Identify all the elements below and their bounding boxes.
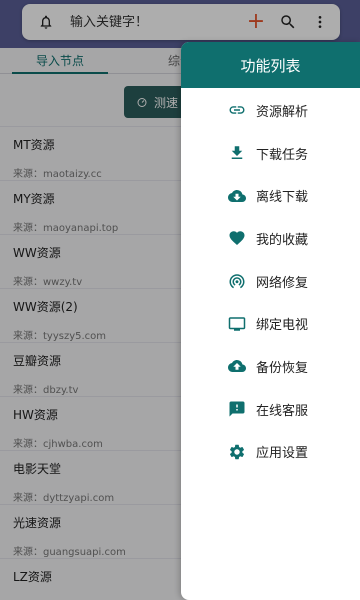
drawer-title: 功能列表 bbox=[181, 42, 360, 88]
link-icon bbox=[228, 101, 246, 119]
menu-item-online-service[interactable]: 在线客服 bbox=[181, 388, 360, 431]
menu-item-label: 网络修复 bbox=[256, 275, 309, 291]
cloud-download-icon bbox=[228, 187, 246, 205]
menu-item-download-tasks[interactable]: 下载任务 bbox=[181, 132, 360, 175]
menu-item-label: 离线下载 bbox=[256, 190, 309, 206]
menu-item-label: 备份恢复 bbox=[256, 360, 309, 376]
heart-icon bbox=[228, 229, 246, 247]
menu-item-label: 绑定电视 bbox=[256, 318, 309, 334]
menu-item-resource-parse[interactable]: 资源解析 bbox=[181, 89, 360, 132]
menu-item-bind-tv[interactable]: 绑定电视 bbox=[181, 302, 360, 345]
feedback-icon bbox=[228, 400, 246, 418]
menu-item-favorites[interactable]: 我的收藏 bbox=[181, 217, 360, 260]
tv-icon bbox=[228, 315, 246, 333]
menu-item-backup-restore[interactable]: 备份恢复 bbox=[181, 345, 360, 388]
download-icon bbox=[228, 144, 246, 162]
menu-item-offline-download[interactable]: 离线下载 bbox=[181, 174, 360, 217]
menu-item-label: 在线客服 bbox=[256, 403, 309, 419]
settings-icon bbox=[228, 443, 246, 461]
wifi-tethering-icon bbox=[228, 272, 246, 290]
drawer-menu: 资源解析 下载任务 离线下载 我的收藏 网络修复 绑定电视 备份恢复 在线客服 … bbox=[181, 88, 360, 473]
menu-item-label: 应用设置 bbox=[256, 446, 309, 462]
cloud-upload-icon bbox=[228, 357, 246, 375]
function-drawer: 功能列表 资源解析 下载任务 离线下载 我的收藏 网络修复 绑定电视 备份恢复 … bbox=[181, 42, 360, 600]
menu-item-label: 我的收藏 bbox=[256, 232, 309, 248]
menu-item-network-repair[interactable]: 网络修复 bbox=[181, 260, 360, 303]
menu-item-label: 资源解析 bbox=[256, 104, 309, 120]
menu-item-label: 下载任务 bbox=[256, 147, 309, 163]
menu-item-app-settings[interactable]: 应用设置 bbox=[181, 431, 360, 474]
